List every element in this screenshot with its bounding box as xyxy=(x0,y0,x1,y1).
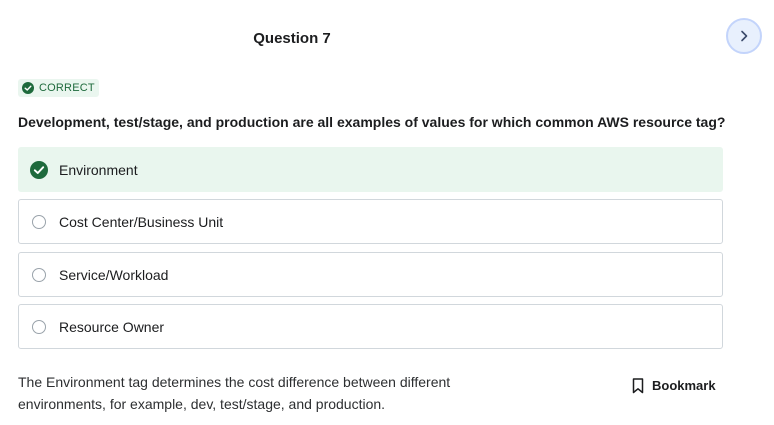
radio-icon[interactable] xyxy=(32,214,46,229)
option-label: Environment xyxy=(59,161,138,178)
question-prompt: Development, test/stage, and production … xyxy=(18,114,726,130)
answer-option-cost-center[interactable]: Cost Center/Business Unit xyxy=(18,199,723,244)
answer-explanation: The Environment tag determines the cost … xyxy=(18,374,451,412)
bookmark-label: Bookmark xyxy=(652,378,716,393)
radio-icon[interactable] xyxy=(32,319,46,334)
option-label: Service/Workload xyxy=(59,266,169,283)
bookmark-icon xyxy=(632,378,644,394)
bookmark-button[interactable]: Bookmark xyxy=(632,377,716,395)
question-title: Question 7 xyxy=(253,30,331,47)
status-label: CORRECT xyxy=(39,82,95,94)
status-badge: CORRECT xyxy=(18,79,99,97)
option-label: Cost Center/Business Unit xyxy=(59,213,224,230)
chevron-right-icon xyxy=(741,30,748,42)
answer-option-environment[interactable]: Environment xyxy=(18,147,723,192)
option-label: Resource Owner xyxy=(59,318,165,335)
answer-option-service-workload[interactable]: Service/Workload xyxy=(18,252,723,297)
check-circle-icon xyxy=(22,82,34,94)
check-circle-icon xyxy=(30,160,48,179)
radio-icon[interactable] xyxy=(32,267,46,282)
next-question-button[interactable] xyxy=(726,18,762,54)
answer-option-resource-owner[interactable]: Resource Owner xyxy=(18,304,723,349)
